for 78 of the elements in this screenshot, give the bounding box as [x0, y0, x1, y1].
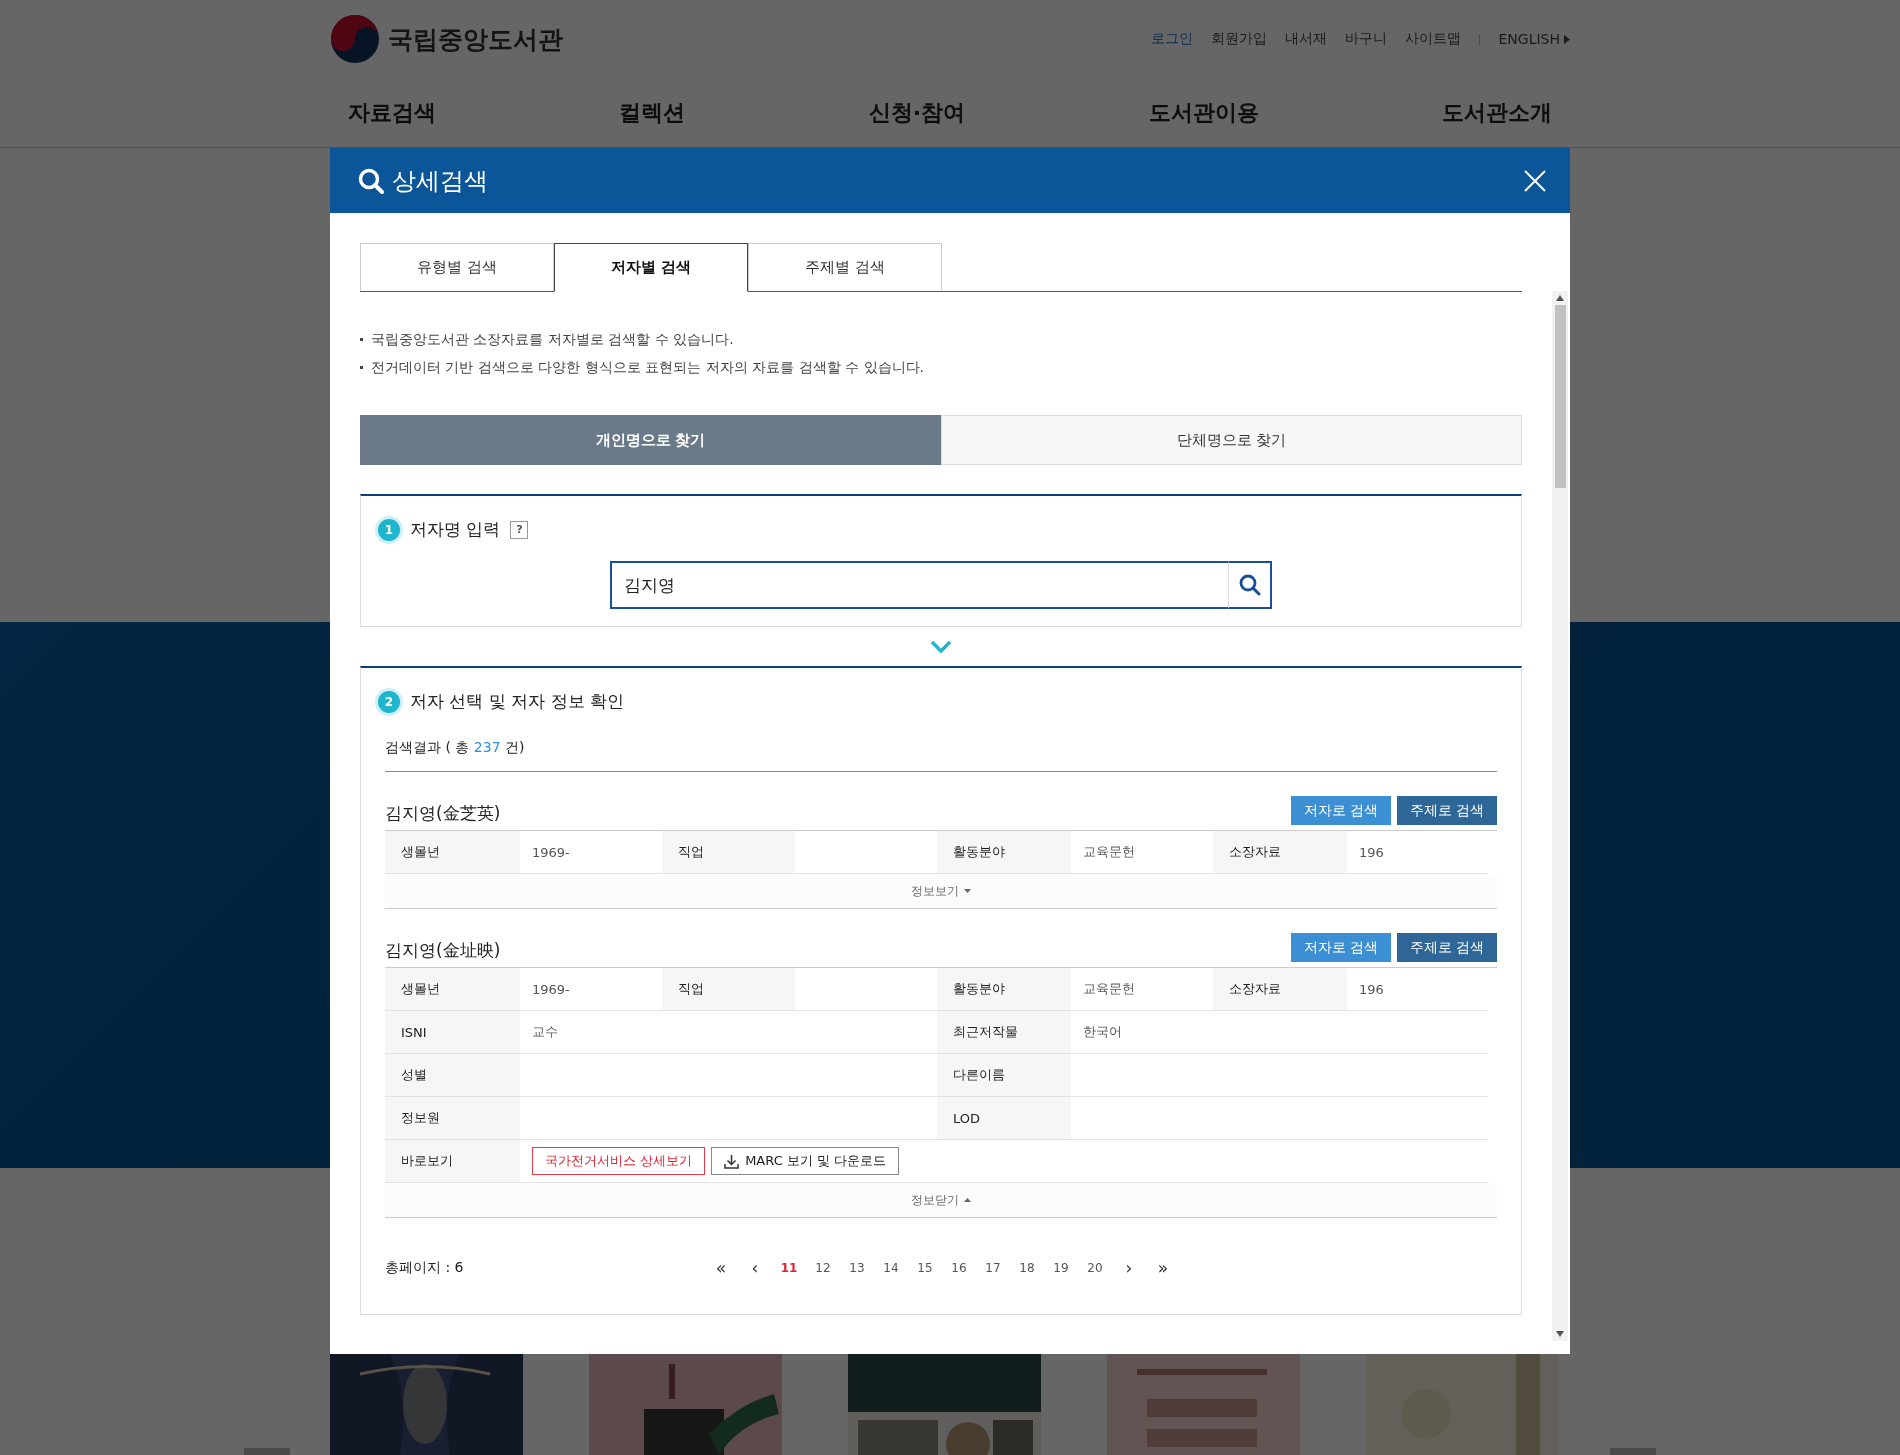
step-badge: 2	[378, 690, 400, 713]
total-pages: 총페이지 : 6	[385, 1259, 465, 1277]
first-page-button[interactable]: «	[704, 1258, 738, 1278]
nav-item[interactable]: 컬렉션	[619, 98, 686, 128]
page-link[interactable]: 20	[1078, 1261, 1112, 1275]
field-value: 한국어	[1071, 1011, 1488, 1054]
section-title: 저자 선택 및 저자 정보 확인	[410, 690, 625, 713]
page-link[interactable]: 14	[874, 1261, 908, 1275]
search-button[interactable]: 주제로 검색	[1397, 933, 1497, 962]
search-icon	[1238, 574, 1261, 596]
nav-item[interactable]: 도서관이용	[1148, 98, 1259, 128]
caret-icon	[964, 1198, 971, 1202]
page-link[interactable]: 18	[1010, 1261, 1044, 1275]
step-badge: 1	[378, 518, 400, 541]
page-link[interactable]: 13	[840, 1261, 874, 1275]
nav-item[interactable]: 자료검색	[348, 98, 436, 128]
field-label: 최근저작물	[937, 1011, 1071, 1054]
field-label: 정보원	[385, 1097, 520, 1140]
caret-icon	[964, 889, 971, 893]
field-label: 생몰년	[385, 831, 520, 874]
author-name: 김지영(金芝英)	[385, 802, 501, 825]
logo-icon[interactable]	[330, 14, 380, 64]
help-button[interactable]: ?	[510, 520, 529, 539]
field-label: ISNI	[385, 1011, 520, 1054]
search-icon	[358, 167, 384, 194]
field-label: 다른이름	[937, 1054, 1071, 1097]
search-field[interactable]: 김지영	[610, 561, 1228, 609]
link-button[interactable]: 국가전거서비스 상세보기	[532, 1147, 706, 1175]
section-title: 저자명 입력	[410, 518, 501, 541]
note-text: 국립중앙도서관 소장자료를 저자별로 검색할 수 있습니다.	[371, 330, 734, 349]
field-value: 196	[1347, 968, 1488, 1011]
toggle-button[interactable]: 단체명으로 찾기	[941, 415, 1522, 465]
triangle-right-icon	[1564, 34, 1570, 44]
field-label: 성별	[385, 1054, 520, 1097]
field-label: 활동분야	[937, 831, 1071, 874]
page-link[interactable]: 15	[908, 1261, 942, 1275]
last-page-button[interactable]: »	[1146, 1258, 1180, 1278]
tab[interactable]: 저자별 검색	[554, 243, 748, 292]
field-label: 바로보기	[385, 1140, 520, 1183]
page-link[interactable]: 19	[1044, 1261, 1078, 1275]
download-icon	[724, 1153, 740, 1169]
field-value: 교수	[520, 1011, 937, 1054]
field-label: 소장자료	[1213, 968, 1347, 1011]
search-button[interactable]	[1228, 561, 1272, 609]
field-label: 활동분야	[937, 968, 1071, 1011]
search-button[interactable]: 주제로 검색	[1397, 796, 1497, 825]
tab[interactable]: 주제별 검색	[748, 243, 942, 291]
nav-item[interactable]: 신청·참여	[868, 98, 966, 128]
modal-title: 상세검색	[392, 165, 488, 197]
scroll-up-icon[interactable]	[1556, 295, 1564, 301]
close-icon[interactable]	[1524, 169, 1546, 192]
field-label: 소장자료	[1213, 831, 1347, 874]
scrollbar[interactable]	[1552, 291, 1568, 1341]
scrollbar-thumb[interactable]	[1554, 305, 1566, 488]
field-label: 직업	[662, 968, 795, 1011]
search-button[interactable]: 저자로 검색	[1291, 933, 1391, 962]
previous-page-button[interactable]: ‹	[738, 1258, 772, 1278]
nav-item[interactable]: 도서관소개	[1442, 98, 1552, 128]
page-link[interactable]: 12	[806, 1261, 840, 1275]
info-toggle[interactable]: 정보닫기	[905, 1190, 977, 1210]
field-label: 생몰년	[385, 968, 520, 1011]
author-name: 김지영(金址映)	[385, 939, 501, 962]
info-toggle[interactable]: 정보보기	[905, 881, 977, 901]
note-text: 전거데이터 기반 검색으로 다양한 형식으로 표현되는 저자의 자료를 검색할 수 있습니다.	[371, 358, 924, 377]
logo-text[interactable]: 국립중앙도서관	[388, 22, 563, 56]
toggle-button[interactable]: 개인명으로 찾기	[360, 415, 941, 465]
page-link[interactable]: 16	[942, 1261, 976, 1275]
next-page-button[interactable]: ›	[1112, 1258, 1146, 1278]
search-button[interactable]: 저자로 검색	[1291, 796, 1391, 825]
link-button[interactable]: MARC 보기 및 다운로드	[711, 1147, 900, 1175]
page-link[interactable]: 11	[772, 1261, 806, 1275]
result-count: 검색결과 ( 총 237 건)	[385, 713, 1497, 772]
chevron-down-icon	[930, 640, 952, 654]
field-label: 직업	[662, 831, 795, 874]
tab[interactable]: 유형별 검색	[360, 243, 554, 291]
field-label: LOD	[937, 1097, 1071, 1140]
page-link[interactable]: 17	[976, 1261, 1010, 1275]
scroll-down-icon[interactable]	[1556, 1331, 1564, 1337]
